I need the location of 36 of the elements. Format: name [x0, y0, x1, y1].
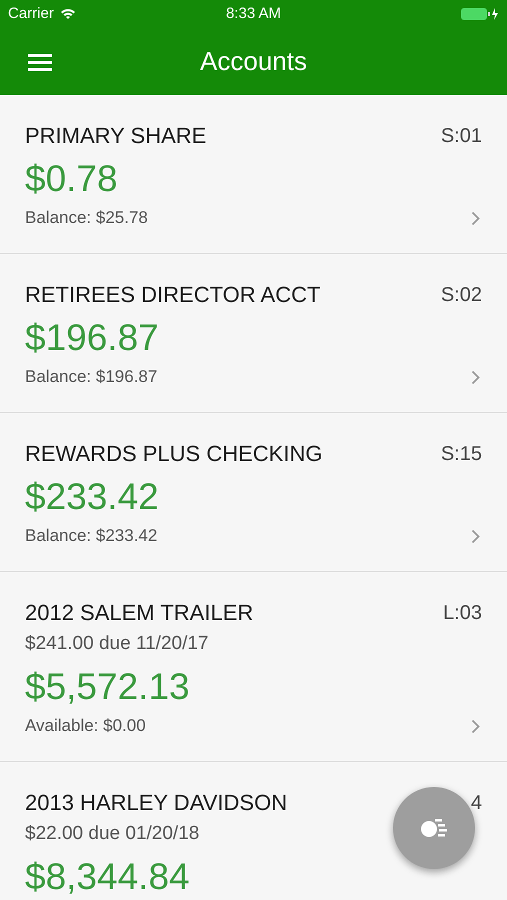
menu-icon: [28, 52, 52, 70]
balance-label: Balance: $25.78: [25, 207, 148, 229]
account-row[interactable]: REWARDS PLUS CHECKING S:15 $233.42 Balance: $233.42: [0, 413, 507, 572]
account-row[interactable]: PRIMARY SHARE S:01 $0.78 Balance: $25.78: [0, 95, 507, 254]
account-name: 2013 HARLEY DAVIDSON: [25, 789, 288, 817]
account-amount: $196.87: [25, 317, 159, 358]
carrier-label: Carrier: [8, 4, 54, 24]
account-name: 2012 SALEM TRAILER: [25, 599, 254, 627]
account-code: S:02: [440, 283, 483, 308]
account-code: 4: [470, 791, 483, 816]
account-code: S:01: [440, 124, 483, 149]
balance-label: Balance: $196.87: [25, 366, 158, 388]
balance-label: Balance: $233.42: [25, 525, 158, 547]
payment-due: $22.00 due 01/20/18: [25, 823, 200, 844]
coins-icon: [420, 816, 448, 840]
account-name: REWARDS PLUS CHECKING: [25, 440, 322, 468]
account-amount: $5,572.13: [25, 666, 190, 707]
account-amount: $233.42: [25, 476, 159, 517]
account-row[interactable]: RETIREES DIRECTOR ACCT S:02 $196.87 Balance: $196.87: [0, 254, 507, 413]
chevron-right-icon: [471, 210, 480, 226]
chevron-right-icon: [471, 370, 480, 384]
account-amount: $8,344.84: [25, 856, 190, 897]
battery-icon: [460, 7, 499, 21]
account-name: PRIMARY SHARE: [25, 122, 206, 150]
account-row[interactable]: 2012 SALEM TRAILER L:03 $241.00 due 11/20/17 $5,572.13 Available: $0.00: [0, 572, 507, 762]
page-title: Accounts: [200, 45, 307, 78]
account-code: S:15: [440, 442, 483, 467]
account-code: L:03: [443, 601, 483, 626]
clock: 8:33 AM: [226, 4, 282, 24]
chevron-right-icon: [471, 718, 480, 734]
chevron-right-icon: [471, 528, 480, 544]
account-amount: $0.78: [25, 158, 118, 199]
wifi-icon: [60, 8, 76, 20]
account-name: RETIREES DIRECTOR ACCT: [25, 281, 320, 309]
payment-due: $241.00 due 11/20/17: [25, 633, 208, 654]
balance-label: Available: $0.00: [25, 715, 146, 737]
